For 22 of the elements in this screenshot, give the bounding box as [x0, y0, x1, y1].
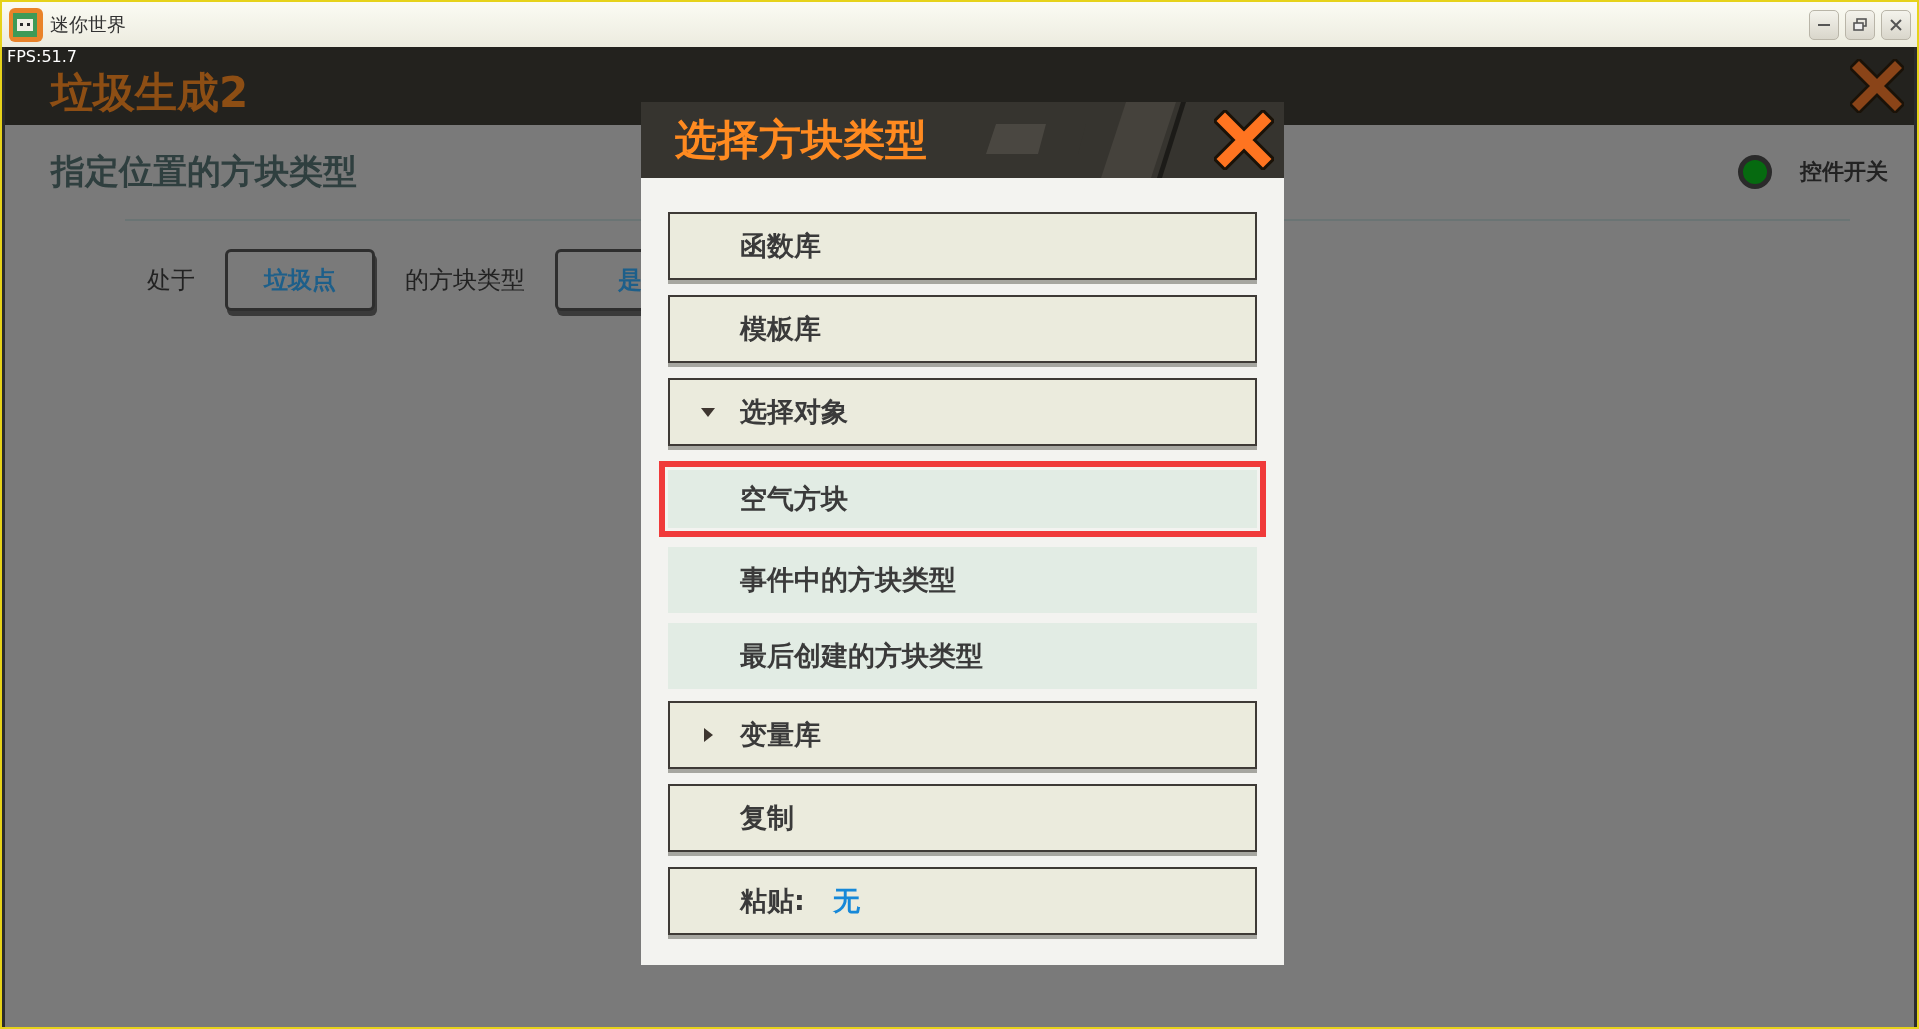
minimize-icon [1818, 23, 1830, 26]
restore-icon [1852, 16, 1868, 33]
fps-counter: FPS:51.7 [7, 47, 78, 66]
sentence-text: 处于 [147, 265, 195, 296]
menu-option[interactable]: 最后创建的方块类型 [668, 623, 1257, 689]
dialog-title: 选择方块类型 [675, 114, 927, 166]
minimize-button[interactable] [1809, 9, 1839, 40]
close-icon [1850, 59, 1904, 113]
close-button[interactable] [1881, 9, 1911, 40]
sentence-text: 的方块类型 [405, 265, 525, 296]
app-icon [8, 6, 44, 43]
page-title: 垃圾生成2 [51, 67, 249, 119]
menu-option[interactable]: 空气方块 [659, 461, 1266, 537]
toggle-switch[interactable] [1738, 155, 1772, 189]
toggle-label: 控件开关 [1800, 158, 1888, 186]
close-icon [1888, 16, 1904, 33]
close-icon [1214, 110, 1274, 170]
window-title: 迷你世界 [50, 11, 126, 37]
section-heading: 指定位置的方块类型 [51, 150, 357, 193]
restore-button[interactable] [1845, 9, 1875, 40]
menu-option[interactable]: 事件中的方块类型 [668, 547, 1257, 613]
close-button[interactable] [1214, 110, 1274, 170]
